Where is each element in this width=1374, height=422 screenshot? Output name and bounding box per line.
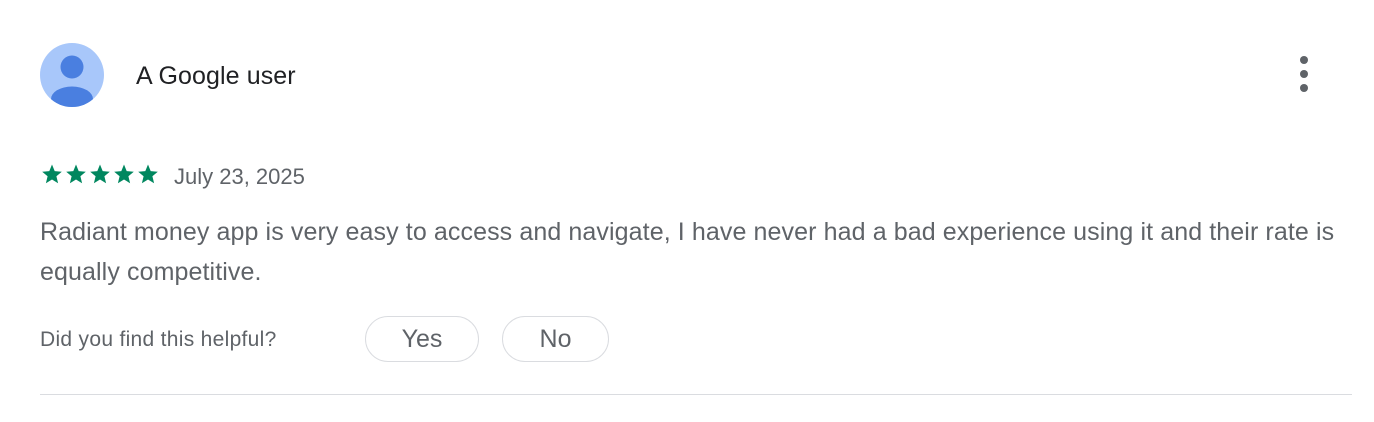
review-header: A Google user <box>40 43 1352 109</box>
more-options-button[interactable] <box>1288 53 1320 97</box>
review-date: July 23, 2025 <box>174 164 305 189</box>
review-meta: July 23, 2025 <box>40 160 640 190</box>
yes-button[interactable]: Yes <box>365 316 479 362</box>
no-button[interactable]: No <box>502 316 609 362</box>
more-vert-icon <box>1300 56 1308 92</box>
divider <box>40 394 1352 395</box>
star-icon <box>112 162 136 186</box>
review-text: Radiant money app is very easy to access… <box>40 218 1335 286</box>
review-card: A Google user July 23, 2025 Radiant mone… <box>40 0 1352 422</box>
star-icon <box>136 162 160 186</box>
avatar <box>40 43 104 107</box>
helpful-question: Did you find this helpful? <box>40 328 277 351</box>
star-icon <box>40 162 64 186</box>
helpful-prompt: Did you find this helpful? Yes No <box>40 315 840 365</box>
author-name: A Google user <box>136 62 296 90</box>
person-icon <box>51 55 93 107</box>
star-rating <box>40 162 160 186</box>
star-icon <box>64 162 88 186</box>
star-icon <box>88 162 112 186</box>
